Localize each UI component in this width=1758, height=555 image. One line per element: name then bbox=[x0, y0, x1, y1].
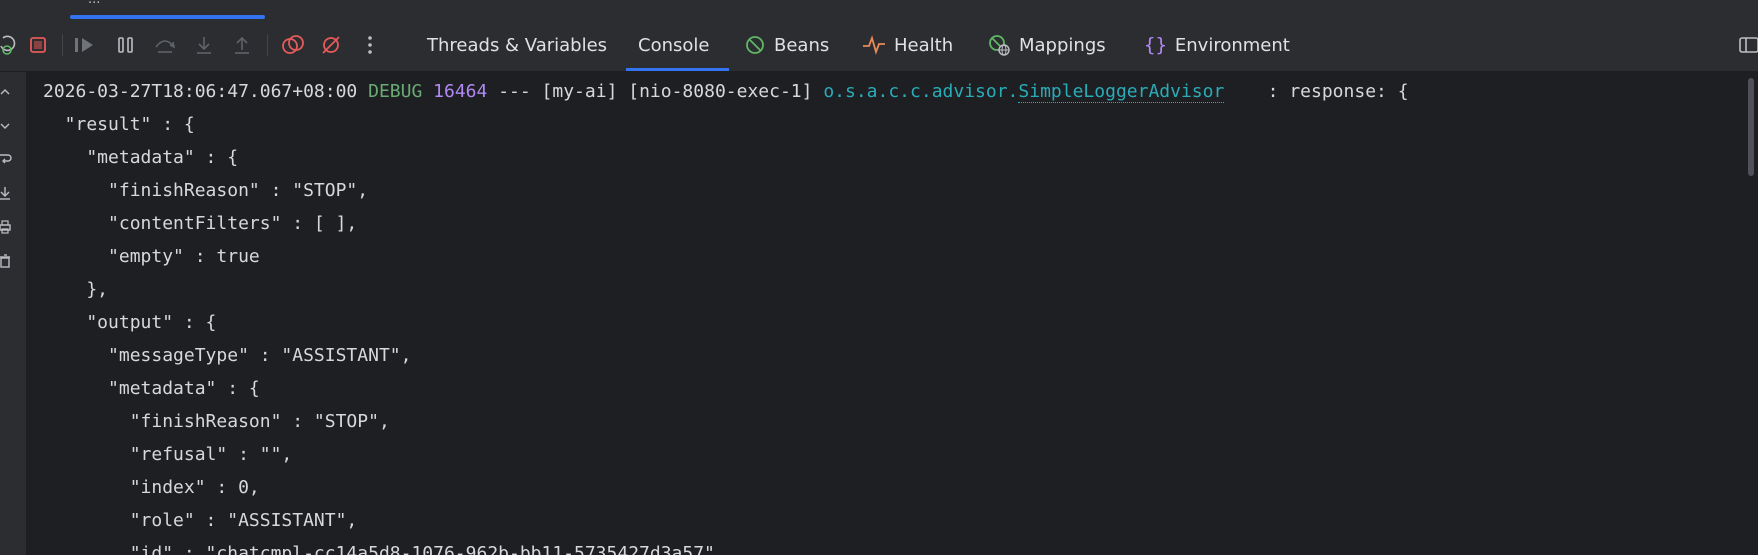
console-side-toolbar bbox=[0, 72, 27, 555]
scroll-up-icon[interactable] bbox=[0, 81, 14, 103]
log-timestamp: 2026-03-27T18:06:47.067+08:00 bbox=[43, 81, 358, 102]
tab-mappings-label: Mappings bbox=[1019, 34, 1106, 56]
health-pulse-icon bbox=[862, 35, 886, 55]
bean-icon bbox=[744, 34, 766, 56]
log-app: [my-ai] bbox=[541, 81, 618, 102]
tab-threads-variables-label: Threads & Variables bbox=[427, 34, 608, 56]
tab-beans[interactable]: Beans bbox=[744, 19, 829, 71]
tab-health[interactable]: Health bbox=[862, 19, 953, 71]
log-logger-class-link[interactable]: SimpleLoggerAdvisor bbox=[1018, 81, 1225, 103]
debug-tool-window: ... bbox=[0, 0, 1758, 555]
more-icon[interactable] bbox=[357, 32, 383, 58]
log-line: "contentFilters" : [ ], bbox=[43, 213, 358, 234]
mute-breakpoints-icon[interactable] bbox=[318, 32, 344, 58]
log-line: "refusal" : "", bbox=[43, 444, 293, 465]
braces-icon: {} bbox=[1144, 34, 1167, 56]
console-output[interactable]: 2026-03-27T18:06:47.067+08:00 DEBUG 1646… bbox=[27, 72, 1740, 555]
log-line: "finishReason" : "STOP", bbox=[43, 180, 369, 201]
step-into-icon[interactable] bbox=[191, 32, 217, 58]
log-level: DEBUG bbox=[368, 81, 423, 102]
print-icon[interactable] bbox=[0, 216, 14, 238]
tab-console-label: Console bbox=[638, 34, 710, 56]
log-pid: 16464 bbox=[433, 81, 488, 102]
log-line: "id" : "chatcmpl-cc14a5d8-1076-962b-bb11… bbox=[43, 543, 726, 555]
tab-mappings[interactable]: Mappings bbox=[987, 19, 1106, 71]
tab-environment-label: Environment bbox=[1174, 34, 1290, 56]
log-line: "index" : 0, bbox=[43, 477, 260, 498]
log-header-line: 2026-03-27T18:06:47.067+08:00 DEBUG 1646… bbox=[43, 75, 1409, 108]
console-scrollbar[interactable] bbox=[1744, 72, 1758, 555]
layout-icon[interactable] bbox=[1736, 32, 1758, 58]
scrollbar-thumb[interactable] bbox=[1748, 78, 1754, 176]
log-line: "metadata" : { bbox=[43, 147, 239, 168]
log-separator: --- bbox=[498, 81, 531, 102]
debug-toolbar: Threads & Variables Console Beans Health… bbox=[0, 19, 1758, 72]
log-line: }, bbox=[43, 279, 109, 300]
view-breakpoints-icon[interactable] bbox=[280, 32, 306, 58]
stop-icon[interactable] bbox=[25, 32, 51, 58]
run-tab-label[interactable]: ... bbox=[88, 0, 100, 7]
globe-mapping-icon bbox=[987, 33, 1011, 57]
tab-environment[interactable]: {} Environment bbox=[1144, 19, 1290, 71]
clear-all-icon[interactable] bbox=[0, 250, 14, 272]
run-tab-strip: ... bbox=[0, 0, 1758, 20]
log-line: "role" : "ASSISTANT", bbox=[43, 510, 358, 531]
log-message: : response: { bbox=[1224, 81, 1409, 102]
log-line: "output" : { bbox=[43, 312, 217, 333]
step-out-icon[interactable] bbox=[229, 32, 255, 58]
scroll-to-end-icon[interactable] bbox=[0, 182, 14, 204]
toolbar-separator bbox=[267, 34, 268, 56]
tab-health-label: Health bbox=[894, 34, 954, 56]
log-line: "finishReason" : "STOP", bbox=[43, 411, 390, 432]
tab-threads-variables[interactable]: Threads & Variables bbox=[427, 19, 607, 71]
scroll-down-icon[interactable] bbox=[0, 115, 14, 137]
toolbar-separator bbox=[62, 34, 63, 56]
step-over-icon[interactable] bbox=[152, 32, 178, 58]
log-line: "metadata" : { bbox=[43, 378, 260, 399]
soft-wrap-icon[interactable] bbox=[0, 148, 14, 170]
tab-beans-label: Beans bbox=[774, 34, 830, 56]
log-line: "messageType" : "ASSISTANT", bbox=[43, 345, 412, 366]
log-line: "result" : { bbox=[43, 114, 195, 135]
resume-icon[interactable] bbox=[72, 32, 98, 58]
tab-console[interactable]: Console bbox=[625, 19, 731, 71]
rerun-icon[interactable] bbox=[0, 32, 20, 58]
log-thread: [nio-8080-exec-1] bbox=[628, 81, 813, 102]
log-logger-package: o.s.a.c.c.advisor. bbox=[823, 81, 1019, 102]
log-line: "empty" : true bbox=[43, 246, 260, 267]
pause-icon[interactable] bbox=[113, 32, 139, 58]
